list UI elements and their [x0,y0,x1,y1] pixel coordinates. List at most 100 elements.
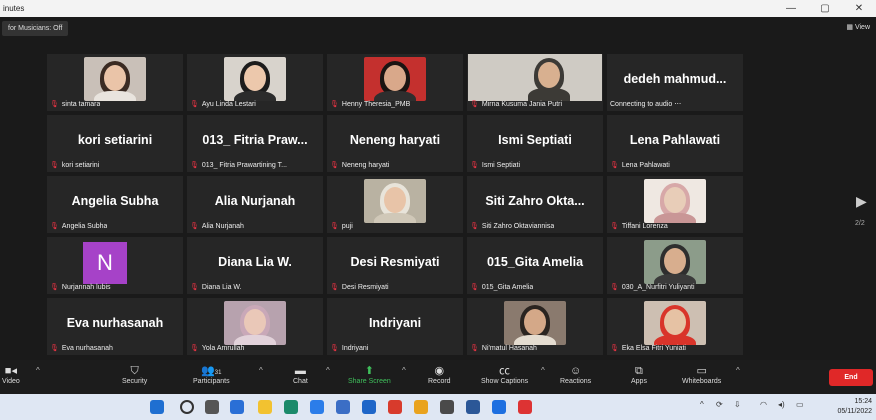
muted-mic-icon: 🎙 [190,162,199,169]
muted-mic-icon: 🎙 [190,223,199,230]
edge-browser-icon[interactable] [284,400,298,414]
file-explorer-icon[interactable] [258,400,272,414]
muted-mic-icon: 🎙 [470,345,479,352]
muted-mic-icon: 🎙 [50,223,59,230]
participant-video [84,57,146,101]
music-mode-indicator[interactable]: for Musicians: Off [2,21,69,36]
whiteboards-options-caret-icon[interactable]: ^ [736,366,740,375]
view-button[interactable]: ▦ View [846,23,870,31]
participant-display-name: Indriyani [368,316,422,330]
participant-tile[interactable]: dedeh mahmud... Connecting to audio ⋯ [607,54,743,111]
sync-icon[interactable]: ⟳ [716,400,723,409]
participant-tile[interactable]: 015_Gita Amelia 🎙 015_Gita Amelia [467,237,603,294]
chrome-icon[interactable] [414,400,428,414]
participant-tile[interactable]: Alia Nurjanah 🎙 Alia Nurjanah [187,176,323,233]
start-menu-icon[interactable] [150,400,164,414]
muted-mic-icon: 🎙 [330,223,339,230]
chat-options-caret-icon[interactable]: ^ [326,366,330,375]
participant-tile[interactable]: Angelia Subha 🎙 Angelia Subha [47,176,183,233]
participant-display-name: Alia Nurjanah [214,194,296,208]
meeting-top-bar: for Musicians: Off ▦ View [0,17,876,41]
window-controls: — ▢ ✕ [774,0,876,17]
participants-options-caret-icon[interactable]: ^ [259,366,263,375]
record-button[interactable]: ◉ Record [428,364,451,385]
participant-tile[interactable]: Neneng haryati 🎙 Neneng haryati [327,115,463,172]
participant-face [664,248,686,274]
participant-name: Diana Lia W. [201,283,242,291]
participants-button[interactable]: 👥31 Participants [193,364,230,385]
share-screen-button[interactable]: ⬆ Share Screen [348,364,391,385]
taskbar-clock[interactable]: 15:24 05/11/2022 [826,397,872,417]
office-icon[interactable] [388,400,402,414]
next-page-arrow-icon[interactable]: ▶ [856,193,867,210]
battery-icon[interactable]: ▭ [796,400,804,409]
chrome-browser-icon[interactable] [310,400,324,414]
show-captions-button[interactable]: ㏄ Show Captions [481,364,528,385]
task-view-icon[interactable] [205,400,219,414]
participant-video [644,301,706,345]
participant-tile[interactable]: Diana Lia W. 🎙 Diana Lia W. [187,237,323,294]
participant-name: Ni'matul Hasanah [481,344,537,352]
word-icon[interactable] [466,400,480,414]
whiteboards-label: Whiteboards [682,378,722,385]
tray-overflow-icon[interactable]: ^ [700,400,704,409]
participant-tile[interactable]: 🎙 Henny Theresia_PMB [327,54,463,111]
clock-date: 05/11/2022 [837,408,872,415]
minimize-button[interactable]: — [774,0,808,17]
participant-tile[interactable]: 🎙 Tiffani Lorenza [607,176,743,233]
participant-tile[interactable]: Desi Resmiyati 🎙 Desi Resmiyati [327,237,463,294]
reactions-button[interactable]: ☺ Reactions [560,364,591,385]
participant-tile[interactable]: Indriyani 🎙 Indriyani [327,298,463,355]
participant-tile[interactable]: 🎙 030_A_Nurfitri Yuliyanti [607,237,743,294]
video-button[interactable]: ■◂ Video [2,364,20,385]
participant-tile[interactable]: Ismi Septiati 🎙 Ismi Septiati [467,115,603,172]
volume-icon[interactable]: ◂) [778,400,785,409]
maximize-button[interactable]: ▢ [808,0,842,17]
participants-count: 31 [214,370,222,376]
participant-video [224,301,286,345]
participant-name-label: 🎙 030_A_Nurfitri Yuliyanti [610,283,695,292]
apps-button[interactable]: ⧉ Apps [631,364,647,385]
muted-mic-icon: 🎙 [50,345,59,352]
media-app-icon[interactable] [518,400,532,414]
participant-tile[interactable]: 🎙 puji [327,176,463,233]
store-icon[interactable] [336,400,350,414]
share-options-caret-icon[interactable]: ^ [402,366,406,375]
camera-app-icon[interactable] [440,400,454,414]
participant-tile[interactable]: 🎙 Mirna Kusuma Jania Putri [467,54,603,111]
captions-options-caret-icon[interactable]: ^ [541,366,545,375]
participant-tile[interactable]: 🎙 Yola Amrullah [187,298,323,355]
participant-name: 030_A_Nurfitri Yuliyanti [621,283,695,291]
participant-name-label: 🎙 Mirna Kusuma Jania Putri [470,100,562,109]
muted-mic-icon: 🎙 [610,223,619,230]
participant-tile[interactable]: Lena Pahlawati 🎙 Lena Pahlawati [607,115,743,172]
participant-tile[interactable]: 🎙 Eka Elsa Fitri Yuniati [607,298,743,355]
participant-tile[interactable]: 🎙 Ni'matul Hasanah [467,298,603,355]
wifi-icon[interactable]: ◠ [760,400,767,409]
participant-tile[interactable]: N 🎙 Nurjannah lubis [47,237,183,294]
zoom-meeting-icon[interactable] [492,400,506,414]
muted-mic-icon: 🎙 [190,345,199,352]
participant-tile[interactable]: 013_ Fitria Praw... 🎙 013_ Fitria Prawarti… [187,115,323,172]
participant-name-label: 🎙 Desi Resmiyati [330,283,389,292]
participant-tile[interactable]: 🎙 Ayu Linda Lestari [187,54,323,111]
participant-tile[interactable]: Eva nurhasanah 🎙 Eva nurhasanah [47,298,183,355]
reactions-label: Reactions [560,378,592,385]
participant-name: Lena Pahlawati [621,161,670,169]
usb-icon[interactable]: ⇩ [734,400,741,409]
security-label: Security [122,378,148,385]
muted-mic-icon: 🎙 [330,284,339,291]
search-icon[interactable] [180,400,194,414]
participant-tile[interactable]: Siti Zahro Okta... 🎙 Siti Zahro Oktavianni… [467,176,603,233]
participant-face [664,187,686,213]
end-meeting-button[interactable]: End [829,369,873,386]
participant-tile[interactable]: 🎙 sinta tamara [47,54,183,111]
whiteboards-button[interactable]: ▭ Whiteboards [682,364,721,385]
mail-icon[interactable] [362,400,376,414]
chat-button[interactable]: ▬ Chat [293,364,308,385]
zoom-app-icon[interactable] [230,400,244,414]
security-button[interactable]: ⛉ Security [122,364,147,385]
video-options-caret-icon[interactable]: ^ [36,366,40,375]
participant-tile[interactable]: kori setiarini 🎙 kori setiarini [47,115,183,172]
close-button[interactable]: ✕ [842,0,876,17]
